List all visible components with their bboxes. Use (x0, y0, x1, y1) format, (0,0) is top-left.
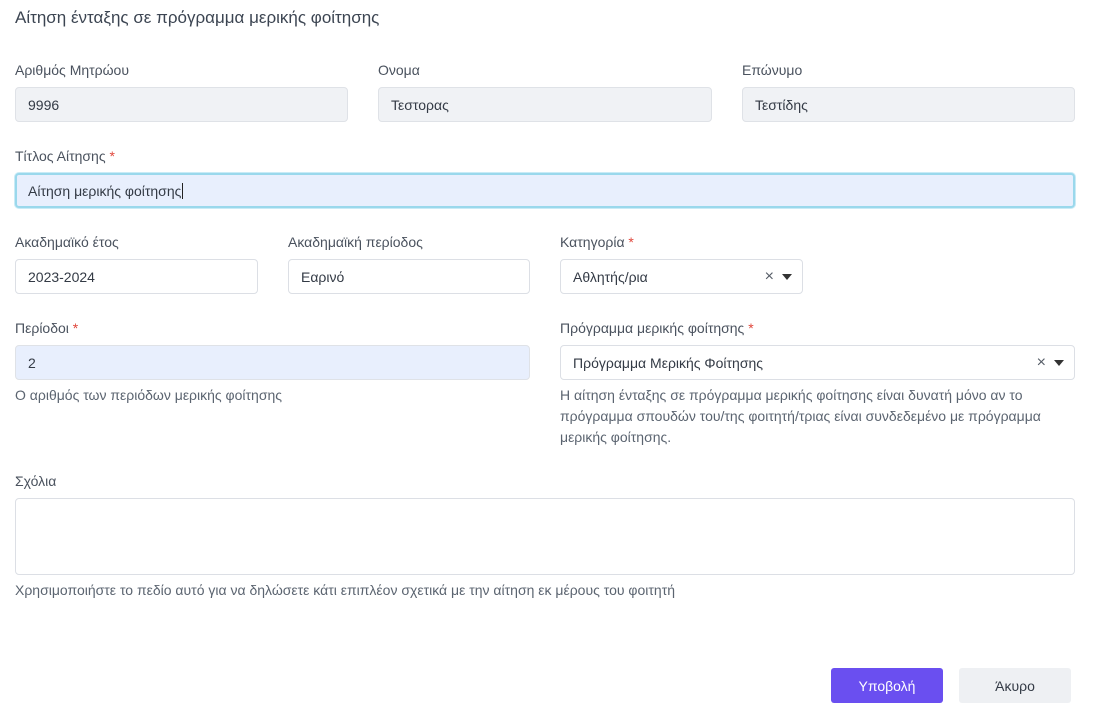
category-select[interactable]: Αθλητής/ρια × (560, 259, 803, 294)
category-label-text: Κατηγορία (560, 234, 625, 250)
required-mark: * (109, 148, 115, 164)
request-title-value: Αίτηση μερικής φοίτησης (28, 182, 182, 199)
periods-value: 2 (28, 354, 36, 371)
submit-button[interactable]: Υποβολή (831, 668, 943, 703)
periods-help-text: Ο αριθμός των περιόδων μερικής φοίτησης (15, 387, 283, 403)
periods-label-text: Περίοδοι (15, 320, 69, 336)
first-name-label: Ονομα (378, 62, 420, 78)
program-help-line: μερικής φοίτησης. (560, 429, 672, 445)
chevron-down-icon[interactable] (782, 273, 792, 280)
program-select[interactable]: Πρόγραμμα Μερικής Φοίτησης × (560, 345, 1075, 380)
program-help-line: Η αίτηση ένταξης σε πρόγραμμα μερικής φο… (560, 387, 1023, 403)
program-value: Πρόγραμμα Μερικής Φοίτησης (573, 354, 763, 371)
academic-year-label: Ακαδημαϊκό έτος (15, 234, 119, 250)
program-label: Πρόγραμμα μερικής φοίτησης * (560, 320, 754, 336)
chevron-down-icon[interactable] (1054, 359, 1064, 366)
cancel-button[interactable]: Άκυρο (959, 668, 1071, 703)
text-cursor (182, 182, 184, 199)
first-name-value: Τεστορας (391, 96, 449, 113)
clear-icon[interactable]: × (1037, 354, 1046, 371)
request-title-label: Τίτλος Αίτησης * (15, 148, 115, 164)
comments-textarea[interactable] (15, 498, 1075, 575)
program-help-line: πρόγραμμα σπουδών του/της φοιτητή/τριας … (560, 408, 1041, 424)
periods-input[interactable]: 2 (15, 345, 530, 380)
registry-number-field: 9996 (15, 87, 348, 122)
registry-number-label: Αριθμός Μητρώου (15, 62, 130, 78)
required-mark: * (748, 320, 754, 336)
academic-period-value: Εαρινό (301, 268, 345, 285)
registry-number-value: 9996 (28, 96, 60, 113)
request-title-input[interactable]: Αίτηση μερικής φοίτησης (15, 173, 1075, 208)
category-label: Κατηγορία * (560, 234, 634, 250)
required-mark: * (628, 234, 634, 250)
comments-help-text: Χρησιμοποιήστε το πεδίο αυτό για να δηλώ… (15, 582, 676, 598)
last-name-label: Επώνυμο (742, 62, 803, 78)
page-title: Αίτηση ένταξης σε πρόγραμμα μερικής φοίτ… (15, 8, 380, 27)
comments-label: Σχόλια (15, 473, 57, 489)
clear-icon[interactable]: × (765, 268, 774, 285)
request-title-label-text: Τίτλος Αίτησης (15, 148, 106, 164)
required-mark: * (72, 320, 79, 336)
category-value: Αθλητής/ρια (573, 268, 648, 285)
academic-year-input[interactable]: 2023-2024 (15, 259, 258, 294)
academic-year-value: 2023-2024 (28, 268, 95, 285)
last-name-field: Τεστίδης (742, 87, 1075, 122)
program-help-text: Η αίτηση ένταξης σε πρόγραμμα μερικής φο… (560, 385, 1075, 448)
last-name-value: Τεστίδης (755, 96, 808, 113)
academic-period-label: Ακαδημαϊκή περίοδος (288, 234, 423, 250)
periods-label: Περίοδοι * (15, 320, 78, 336)
program-label-text: Πρόγραμμα μερικής φοίτησης (560, 320, 745, 336)
first-name-field: Τεστορας (378, 87, 712, 122)
academic-period-input[interactable]: Εαρινό (288, 259, 530, 294)
